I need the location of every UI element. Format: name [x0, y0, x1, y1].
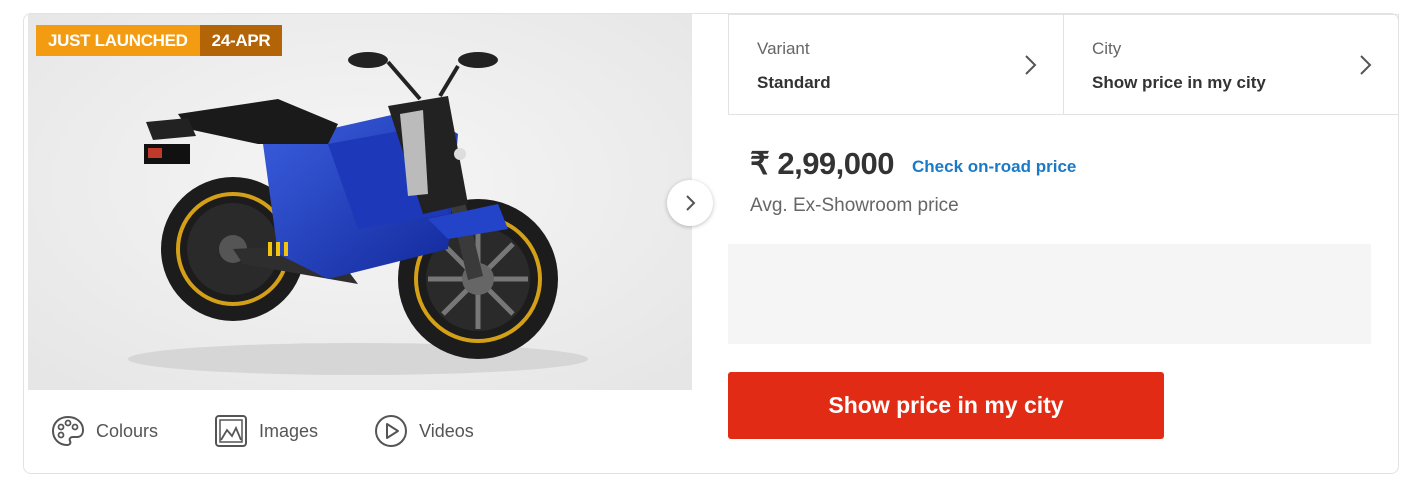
city-value: Show price in my city [1092, 73, 1266, 92]
chevron-right-icon [1360, 55, 1372, 75]
variant-value: Standard [757, 73, 831, 92]
just-launched-tag: JUST LAUNCHED [36, 25, 200, 56]
palette-icon [51, 415, 85, 447]
city-selector[interactable]: City Show price in my city [1063, 14, 1399, 115]
launch-badge: JUST LAUNCHED 24-APR [36, 25, 283, 56]
videos-label: Videos [419, 420, 474, 441]
price-amount: ₹ 2,99,000 [750, 146, 895, 181]
images-label: Images [259, 420, 319, 441]
play-circle-icon [375, 415, 408, 447]
variant-label: Variant [757, 39, 810, 58]
ad-placeholder [728, 244, 1371, 344]
image-icon [215, 415, 248, 447]
product-image-gallery[interactable] [28, 14, 692, 390]
chevron-right-icon [1025, 55, 1037, 75]
price-note: Avg. Ex-Showroom price [750, 195, 959, 216]
show-price-in-city-button[interactable]: Show price in my city [728, 372, 1164, 439]
images-tab[interactable]: Images [213, 413, 318, 449]
motorcycle-image [28, 14, 692, 390]
colours-tab[interactable]: Colours [50, 413, 158, 449]
chevron-right-icon [686, 195, 696, 211]
gallery-next-button[interactable] [667, 180, 713, 226]
city-label: City [1092, 39, 1122, 58]
launch-date-tag: 24-APR [199, 25, 283, 56]
variant-selector[interactable]: Variant Standard [728, 14, 1064, 115]
colours-label: Colours [96, 420, 159, 441]
check-on-road-price-link[interactable]: Check on-road price [912, 157, 1076, 177]
media-tabs: Colours Images Videos [50, 412, 529, 450]
videos-tab[interactable]: Videos [373, 413, 474, 449]
